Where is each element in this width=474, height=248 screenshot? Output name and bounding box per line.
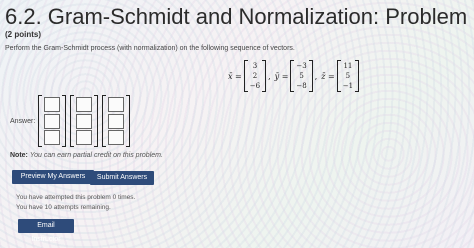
answer-1-entry-2[interactable]	[44, 113, 60, 129]
vector-x-name: x̄ =	[228, 71, 242, 81]
vector-y-entry-3: −8	[296, 82, 307, 90]
note-text: You can earn partial credit on this prob…	[29, 152, 163, 159]
answer-2-entry-3[interactable]	[76, 130, 92, 145]
vector-z-entry-3: −1	[342, 82, 354, 90]
vector-z-entry-2: 5	[345, 72, 351, 80]
note-label: Note:	[10, 152, 28, 159]
answer-2-entry-1[interactable]	[76, 97, 92, 112]
submit-answers-button[interactable]: Submit Answers	[90, 171, 154, 185]
points-label: (2 points)	[5, 30, 41, 39]
answer-3-entry-3[interactable]	[108, 130, 124, 145]
answer-3-entry-2[interactable]	[108, 113, 124, 129]
note: Note: You can earn partial credit on thi…	[10, 152, 163, 159]
attempts-info: You have attempted this problem 0 times.…	[16, 193, 135, 213]
vector-z-entry-1: 11	[343, 62, 353, 70]
vector-x-entry-2: 2	[252, 72, 258, 80]
vector-y-entry-2: 5	[299, 72, 304, 80]
page-title: 6.2. Gram-Schmidt and Normalization: Pro…	[5, 4, 474, 29]
answer-2-entry-2[interactable]	[76, 113, 92, 129]
answer-label: Answer:	[10, 118, 36, 125]
vector-x: 3 2 −6	[243, 60, 267, 92]
answer-1-entry-1[interactable]	[44, 97, 60, 112]
preview-answers-button[interactable]: Preview My Answers	[12, 170, 94, 184]
answer-vectors	[38, 95, 130, 147]
answer-vector-3	[102, 95, 130, 147]
vector-y-name: ȳ =	[274, 71, 289, 81]
email-instructor-button[interactable]: Email Instructor	[18, 219, 74, 243]
attempts-remaining: You have 10 attempts remaining.	[16, 204, 111, 211]
answer-1-entry-3[interactable]	[44, 130, 60, 145]
problem-instruction: Perform the Gram-Schmidt process (with n…	[5, 45, 295, 52]
answer-3-entry-1[interactable]	[108, 97, 124, 112]
answer-vector-1	[38, 95, 66, 147]
vector-x-entry-1: 3	[252, 62, 258, 70]
attempts-count: You have attempted this problem 0 times.	[16, 194, 136, 201]
answer-vector-2	[70, 95, 98, 147]
vector-z-name: z̄ =	[321, 71, 335, 81]
vector-sequence: x̄ = 3 2 −6 , ȳ = −3 5 −8 , z̄ = 11 5 −1	[228, 56, 360, 96]
vector-x-entry-3: −6	[249, 82, 261, 90]
vector-y: −3 5 −8	[290, 60, 313, 92]
vector-z: 11 5 −1	[336, 60, 360, 92]
vector-y-entry-1: −3	[296, 62, 307, 70]
